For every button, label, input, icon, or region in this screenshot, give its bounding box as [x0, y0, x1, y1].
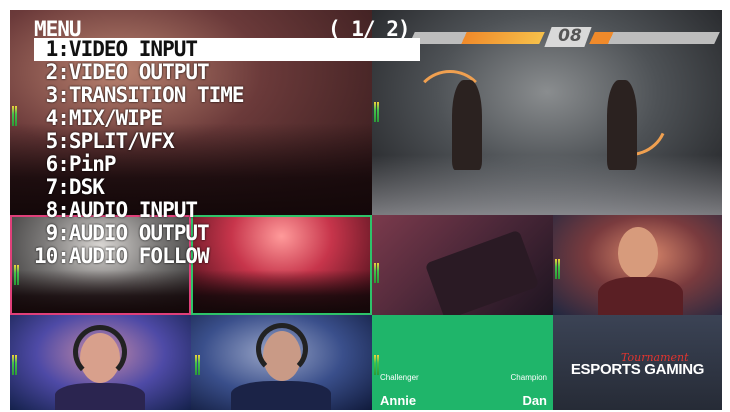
- headset-icon: [73, 325, 127, 379]
- video-tile-esports-logo: Tournament ESPORTS GAMING: [553, 315, 722, 410]
- audio-meter: [374, 355, 380, 375]
- challenger-name: Annie: [380, 393, 417, 408]
- menu-item-audio-input[interactable]: 8:AUDIO INPUT: [34, 199, 420, 222]
- champion-name: Dan: [522, 393, 547, 408]
- video-tile-gamer-2: [191, 315, 372, 410]
- crowd-silhouette: [193, 269, 370, 313]
- menu-item-audio-output[interactable]: 9:AUDIO OUTPUT: [34, 222, 420, 245]
- menu-item-video-output[interactable]: 2:VIDEO OUTPUT: [34, 61, 420, 84]
- menu-item-mix-wipe[interactable]: 4:MIX/WIPE: [34, 107, 420, 130]
- fighter-left: [452, 80, 482, 170]
- round-timer: 08: [558, 26, 582, 46]
- person-body: [598, 277, 683, 315]
- champion-label: Champion: [510, 373, 547, 382]
- audio-meter: [555, 259, 561, 279]
- menu-item-dsk[interactable]: 7:DSK: [34, 176, 420, 199]
- menu-item-transition-time[interactable]: 3:TRANSITION TIME: [34, 84, 420, 107]
- challenger-label: Challenger: [380, 373, 419, 382]
- person-body: [55, 383, 145, 410]
- menu-list: 1:VIDEO INPUT 2:VIDEO OUTPUT 3:TRANSITIO…: [34, 38, 420, 268]
- video-tile-commentator: [553, 215, 722, 315]
- audio-meter: [14, 265, 20, 285]
- person-face: [618, 227, 658, 279]
- fog: [372, 155, 722, 215]
- logo-main-text: ESPORTS GAMING: [570, 361, 705, 378]
- health-bar-right: [589, 32, 720, 44]
- mixer-device: [424, 229, 540, 315]
- multiview-screen: 08 Challenger Champion Annie Dan Tournam…: [10, 10, 722, 410]
- video-tile-lower-third: Challenger Champion Annie Dan: [372, 315, 553, 410]
- headset-icon: [256, 323, 308, 375]
- audio-meter: [195, 355, 201, 375]
- person-body: [231, 381, 331, 410]
- video-tile-gamer-1: [10, 315, 191, 410]
- menu-item-video-input[interactable]: 1:VIDEO INPUT: [34, 38, 420, 61]
- fighter-right: [607, 80, 637, 170]
- video-tile-game-fight: 08: [372, 10, 722, 215]
- health-bar-left: [409, 32, 545, 44]
- audio-meter: [12, 106, 18, 126]
- crowd-silhouette: [12, 269, 189, 313]
- audio-meter: [12, 355, 18, 375]
- menu-item-split-vfx[interactable]: 5:SPLIT/VFX: [34, 130, 420, 153]
- menu-item-audio-follow[interactable]: 10:AUDIO FOLLOW: [34, 245, 420, 268]
- menu-item-pinp[interactable]: 6:PinP: [34, 153, 420, 176]
